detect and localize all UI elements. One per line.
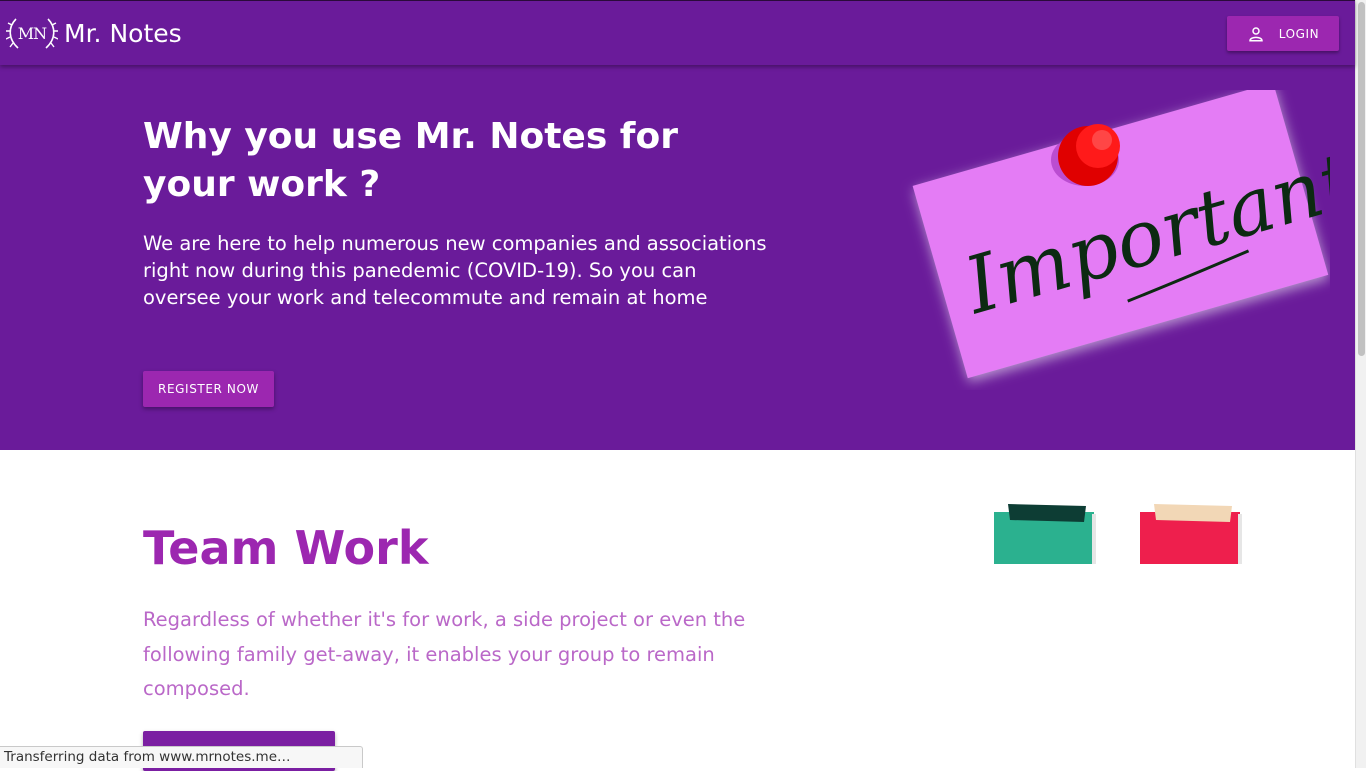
brand-link[interactable]: MN Mr. Notes xyxy=(6,13,182,53)
brand-name: Mr. Notes xyxy=(64,19,182,48)
register-now-button[interactable]: REGISTER NOW xyxy=(143,371,274,407)
team-work-description: Regardless of whether it's for work, a s… xyxy=(143,603,783,707)
hero-description: We are here to help numerous new compani… xyxy=(143,230,768,311)
hero-title: Why you use Mr. Notes for your work ? xyxy=(143,113,703,209)
important-note-illustration: Important xyxy=(880,90,1330,390)
red-sticky-note-image xyxy=(1140,502,1242,564)
team-work-title: Team Work xyxy=(143,518,428,578)
browser-status-bar: Transferring data from www.mrnotes.me… xyxy=(0,746,363,768)
scrollbar-thumb[interactable] xyxy=(1358,2,1365,356)
logo-text: MN xyxy=(18,24,46,43)
green-sticky-note-image xyxy=(994,502,1096,564)
login-label: LOGIN xyxy=(1279,27,1320,41)
team-work-section: Team Work Regardless of whether it's for… xyxy=(0,450,1355,768)
person-icon xyxy=(1247,25,1265,43)
login-button[interactable]: LOGIN xyxy=(1227,16,1339,51)
app-bar: MN Mr. Notes LOGIN xyxy=(0,0,1355,65)
push-pin-icon xyxy=(1051,124,1120,186)
hero-section: Why you use Mr. Notes for your work ? We… xyxy=(0,65,1355,450)
vertical-scrollbar[interactable] xyxy=(1355,0,1366,768)
brand-logo: MN xyxy=(6,13,58,53)
